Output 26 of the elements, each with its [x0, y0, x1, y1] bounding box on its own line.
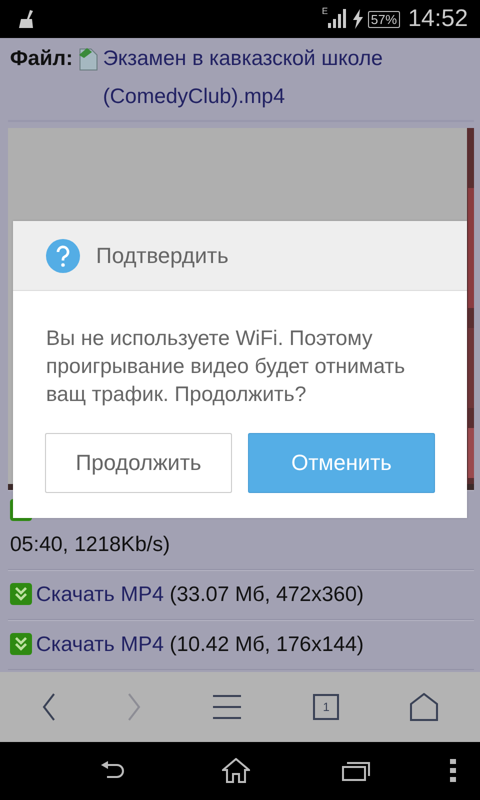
network-type: E	[322, 6, 328, 16]
download-link[interactable]: Скачать MP4	[36, 583, 164, 606]
file-link[interactable]: Экзамен в кавказской школе (ComedyClub).mp4	[102, 40, 474, 116]
more-icon[interactable]	[450, 759, 456, 783]
continue-button[interactable]: Продолжить	[45, 433, 232, 493]
stream-info: 05:40, 1218Kb/s)	[10, 532, 171, 558]
menu-icon[interactable]	[212, 694, 242, 720]
dialog-message: Вы не используете WiFi. Поэтому проигрывание видео будет отнимать ващ трафик. Продолжить?	[45, 326, 406, 408]
question-icon	[46, 238, 80, 272]
battery-level: 57%	[368, 10, 400, 28]
file-details: (33.07 Мб, 472x360)	[170, 583, 364, 606]
download-icon	[10, 583, 32, 605]
clock: 14:52	[408, 5, 468, 33]
download-link[interactable]: Скачать MP4	[36, 633, 164, 656]
home-icon[interactable]	[410, 693, 438, 721]
tabs-button[interactable]: 1	[313, 694, 340, 720]
back-icon[interactable]	[42, 693, 56, 721]
file-icon	[76, 47, 99, 71]
dialog-title: Подтвердить	[96, 242, 229, 268]
recent-apps-icon[interactable]	[342, 761, 370, 781]
charging-icon	[352, 9, 364, 29]
file-label: Файл:	[10, 46, 73, 72]
file-details: (10.42 Мб, 176x144)	[170, 633, 364, 656]
home-icon[interactable]	[222, 758, 250, 784]
signal-icon	[328, 9, 346, 29]
download-icon	[10, 633, 32, 655]
